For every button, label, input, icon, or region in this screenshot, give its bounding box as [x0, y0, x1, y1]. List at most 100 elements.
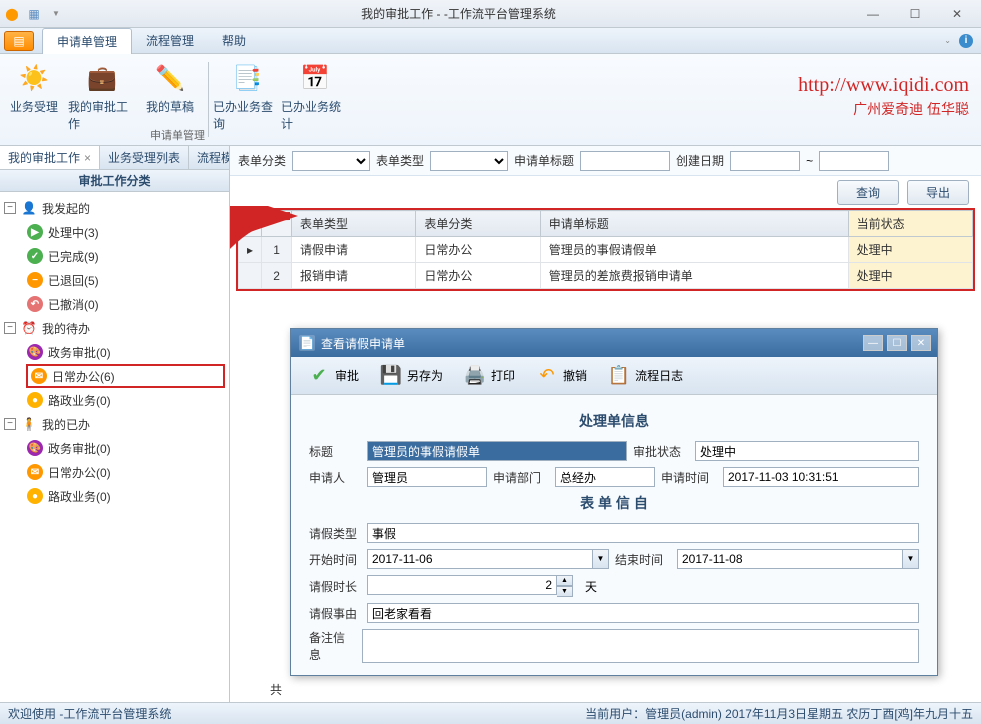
search-docs-icon: 📑 [231, 62, 263, 94]
dialog-toolbar: ✔审批 💾另存为 🖨️打印 ↶撤销 📋流程日志 [291, 357, 937, 395]
dialog-titlebar[interactable]: 📄 查看请假申请单 — ☐ ✕ [291, 329, 937, 357]
grid-row[interactable]: ▸1 请假申请日常办公 管理员的事假请假单处理中 [239, 237, 973, 263]
export-button[interactable]: 导出 [907, 180, 969, 205]
spin-up-icon[interactable]: ▲ [557, 575, 573, 586]
print-button[interactable]: 🖨️打印 [455, 360, 523, 392]
tree-node-road[interactable]: ●路政业务(0) [26, 388, 225, 412]
col-status[interactable]: 当前状态 [848, 211, 972, 237]
query-button[interactable]: 查询 [837, 180, 899, 205]
col-cat[interactable]: 表单分类 [416, 211, 540, 237]
dept-field[interactable] [555, 467, 655, 487]
tree-node-completed[interactable]: ✓已完成(9) [26, 244, 225, 268]
printer-icon: 🖨️ [463, 364, 487, 388]
tree-node-done[interactable]: − 🧍 我的已办 [4, 412, 225, 436]
qat-icon-1[interactable]: ▦ [26, 6, 42, 22]
tree-node-daily[interactable]: ✉日常办公(6) [26, 364, 225, 388]
dropdown-icon[interactable]: ▼ [593, 549, 609, 569]
tab-approval[interactable]: 我的审批工作× [0, 146, 100, 169]
menu-tab-help[interactable]: 帮助 [208, 28, 260, 53]
sidebar-header: 审批工作分类 [0, 170, 229, 192]
tab-business-list[interactable]: 业务受理列表 [100, 146, 189, 169]
calendar-icon: 📅 [299, 62, 331, 94]
tree-node-done-road[interactable]: ●路政业务(0) [26, 484, 225, 508]
end-date-field[interactable] [677, 549, 903, 569]
tree-node-start[interactable]: − 👤 我发起的 [4, 196, 225, 220]
revoke-button[interactable]: ↶撤销 [527, 360, 595, 392]
tree-node-returned[interactable]: −已退回(5) [26, 268, 225, 292]
statusbar: 欢迎使用 -工作流平台管理系统 当前用户：管理员(admin) 2017年11月… [0, 702, 981, 724]
person-icon: 🧍 [20, 415, 38, 433]
ribbon-approval[interactable]: 💼 我的审批工作 [68, 54, 136, 145]
title-input[interactable] [580, 151, 670, 171]
close-icon[interactable]: × [84, 151, 91, 165]
doc-tabs: 我的审批工作× 业务受理列表 流程模板 流程环节管理 [0, 146, 229, 170]
applicant-field[interactable] [367, 467, 487, 487]
qat-dropdown-icon[interactable]: ▼ [48, 6, 64, 22]
ribbon-business[interactable]: ☀️ 业务受理 [0, 54, 68, 145]
grid-row[interactable]: 2 报销申请日常办公 管理员的差旅费报销申请单处理中 [239, 263, 973, 289]
ribbon: ☀️ 业务受理 💼 我的审批工作 ✏️ 我的草稿 📑 已办业务查询 📅 已办业务… [0, 54, 981, 146]
sidebar: 我的审批工作× 业务受理列表 流程模板 流程环节管理 审批工作分类 − 👤 我发… [0, 146, 230, 702]
branding: http://www.iqidi.com 广州爱奇迪 伍华聪 [798, 74, 969, 119]
ribbon-section: 申请单管理 [150, 127, 205, 143]
section-form: 表 单 信 自 [309, 493, 919, 513]
pencil-icon: ✏️ [154, 62, 186, 94]
maximize-button[interactable]: ☐ [895, 2, 935, 26]
clock-icon: ⏰ [20, 319, 38, 337]
label-category: 表单分类 [238, 152, 286, 169]
tree-node-todo[interactable]: − ⏰ 我的待办 [4, 316, 225, 340]
label-date: 创建日期 [676, 152, 724, 169]
tree-node-revoked[interactable]: ↶已撤消(0) [26, 292, 225, 316]
tree-node-processing[interactable]: ▶处理中(3) [26, 220, 225, 244]
reason-field[interactable] [367, 603, 919, 623]
dropdown-icon[interactable]: ▼ [903, 549, 919, 569]
approve-button[interactable]: ✔审批 [299, 360, 367, 392]
ribbon-done-stats[interactable]: 📅 已办业务统计 [281, 54, 349, 145]
dialog-maximize-button[interactable]: ☐ [887, 335, 907, 351]
briefcase-icon: 💼 [86, 62, 118, 94]
tab-template[interactable]: 流程模板 [189, 146, 229, 169]
status-user-date: 当前用户：管理员(admin) 2017年11月3日星期五 农历丁酉[鸡]年九月… [585, 705, 973, 722]
menu-tab-process[interactable]: 流程管理 [132, 28, 208, 53]
col-type[interactable]: 表单类型 [292, 211, 416, 237]
user-icon: 👤 [20, 199, 38, 217]
dialog-close-button[interactable]: ✕ [911, 335, 931, 351]
grid-highlight: 表单类型 表单分类 申请单标题 当前状态 ▸1 请假申请日常办公 管理员的事假请… [236, 208, 975, 291]
menubar: ▤ 申请单管理 流程管理 帮助 ⌄ i [0, 28, 981, 54]
type-select[interactable] [430, 151, 508, 171]
menu-tab-apply[interactable]: 申请单管理 [42, 28, 132, 54]
days-field[interactable] [367, 575, 557, 595]
saveas-button[interactable]: 💾另存为 [371, 360, 451, 392]
chevron-down-icon[interactable]: ⌄ [944, 36, 951, 45]
dialog-title-text: 查看请假申请单 [321, 335, 405, 352]
tree-node-done-gov[interactable]: 🎨政务审批(0) [26, 436, 225, 460]
brand-url: http://www.iqidi.com [798, 74, 969, 97]
leave-type-field[interactable] [367, 523, 919, 543]
log-button[interactable]: 📋流程日志 [599, 360, 691, 392]
close-button[interactable]: ✕ [937, 2, 977, 26]
app-icon: ⬤ [4, 6, 20, 22]
remark-field[interactable] [362, 629, 919, 663]
undo-icon: ↶ [535, 364, 559, 388]
dialog-minimize-button[interactable]: — [863, 335, 883, 351]
status-welcome: 欢迎使用 -工作流平台管理系统 [8, 705, 171, 722]
tree-node-gov[interactable]: 🎨政务审批(0) [26, 340, 225, 364]
check-icon: ✔ [307, 364, 331, 388]
info-icon[interactable]: i [959, 34, 973, 48]
title-field[interactable] [367, 441, 627, 461]
time-field[interactable] [723, 467, 919, 487]
col-title[interactable]: 申请单标题 [540, 211, 848, 237]
titlebar: ⬤ ▦ ▼ 我的审批工作 - -工作流平台管理系统 — ☐ ✕ [0, 0, 981, 28]
tree-node-done-daily[interactable]: ✉日常办公(0) [26, 460, 225, 484]
date-from-input[interactable] [730, 151, 800, 171]
start-date-field[interactable] [367, 549, 593, 569]
date-to-input[interactable] [819, 151, 889, 171]
clipboard-icon: 📋 [607, 364, 631, 388]
pager-label: 共 [270, 681, 282, 698]
ribbon-done-query[interactable]: 📑 已办业务查询 [213, 54, 281, 145]
minimize-button[interactable]: — [853, 2, 893, 26]
spin-down-icon[interactable]: ▼ [557, 586, 573, 597]
category-select[interactable] [292, 151, 370, 171]
status-field[interactable] [695, 441, 919, 461]
app-menu-button[interactable]: ▤ [4, 31, 34, 51]
